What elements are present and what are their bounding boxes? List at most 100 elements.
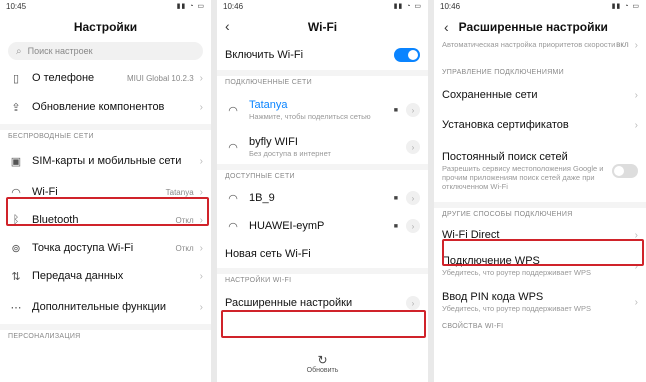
back-arrow-icon[interactable]: ‹ xyxy=(225,18,230,34)
chevron-right-icon: › xyxy=(199,214,203,226)
status-bar: 10:46 ▮▮ ◔ ▭ xyxy=(217,0,428,14)
sim-icon: ▣ xyxy=(10,155,22,168)
new-network-label: Новая сеть Wi-Fi xyxy=(225,247,311,260)
data-transfer-icon: ⇅ xyxy=(11,270,21,283)
network-item[interactable]: ◠ Tatanya Нажмите, чтобы поделиться сетью ■… xyxy=(217,90,428,130)
page-title: Настройки xyxy=(73,20,138,34)
status-time: 10:45 xyxy=(6,2,27,11)
chevron-right-icon: › xyxy=(199,242,203,254)
lock-icon: ■ xyxy=(393,106,398,114)
status-icons: ▮▮ ◔ ▭ xyxy=(393,3,422,10)
chevron-right-icon[interactable]: › xyxy=(406,219,420,233)
status-icons: ▮▮ ◔ ▭ xyxy=(176,3,205,10)
search-input[interactable]: ⌕ Поиск настроек xyxy=(8,42,203,60)
settings-panel: 10:45 ▮▮ ◔ ▭ Настройки ⌕ Поиск настроек ▯ О… xyxy=(0,0,211,382)
chevron-right-icon: › xyxy=(199,301,203,313)
wps-connect-desc: Убедитесь, что роутер поддерживает WPS xyxy=(442,268,591,277)
section-header-wireless: БЕСПРОВОДНЫЕ СЕТИ xyxy=(8,133,94,140)
wifi-signal-icon: ◠ xyxy=(228,104,238,117)
chevron-right-icon: › xyxy=(199,101,203,113)
section-header-available: ДОСТУПНЫЕ СЕТИ xyxy=(225,173,295,180)
update-components-item[interactable]: ⇪ Обновление компонентов › xyxy=(0,90,211,124)
status-bar: 10:45 ▮▮ ◔ ▭ xyxy=(0,0,211,14)
status-time: 10:46 xyxy=(440,2,461,11)
network-item[interactable]: ◠ 1B_9 ■ › xyxy=(217,184,428,212)
about-phone-value: MIUI Global 10.2.3 xyxy=(126,73,194,83)
install-certs-label: Установка сертификатов xyxy=(442,118,569,131)
wifi-direct-item[interactable]: Wi-Fi Direct › xyxy=(434,222,646,248)
speed-priority-item[interactable]: Автоматическая настройка приоритетов ско… xyxy=(434,40,646,66)
advanced-settings-label: Расширенные настройки xyxy=(225,296,353,309)
chevron-right-icon: › xyxy=(199,155,203,167)
section-header-connected: ПОДКЛЮЧЕННЫЕ СЕТИ xyxy=(225,79,312,86)
hotspot-value: Откл xyxy=(175,243,194,253)
enable-wifi-label: Включить Wi-Fi xyxy=(225,48,304,61)
hotspot-icon: ⊚ xyxy=(11,242,21,255)
bluetooth-label: Bluetooth xyxy=(32,213,79,226)
chevron-right-icon: › xyxy=(634,229,638,241)
bluetooth-item[interactable]: ᛒ Bluetooth Откл › xyxy=(0,206,211,234)
always-scan-item[interactable]: Постоянный поиск сетей Разрешить сервису … xyxy=(434,140,646,202)
advanced-settings-item[interactable]: Расширенные настройки › xyxy=(217,288,428,318)
wps-pin-item[interactable]: Ввод PIN кода WPS Убедитесь, что роутер п… xyxy=(434,284,646,320)
refresh-button[interactable]: ↻ Обновить xyxy=(217,353,428,374)
phone-icon: ▯ xyxy=(12,72,20,85)
network-item[interactable]: ◠ HUAWEI-eymP ■ › xyxy=(217,212,428,240)
chevron-right-icon: › xyxy=(634,40,638,51)
section-header-props: СВОЙСТВА WI-FI xyxy=(442,323,504,330)
network-name: HUAWEI-eymP xyxy=(249,219,325,232)
page-header: ‹ Wi-Fi xyxy=(217,14,428,40)
wifi-panel: 10:46 ▮▮ ◔ ▭ ‹ Wi-Fi Включить Wi-Fi ПОДКЛЮ… xyxy=(217,0,428,382)
lock-icon: ■ xyxy=(393,222,398,230)
wifi-direct-label: Wi-Fi Direct xyxy=(442,228,500,241)
network-name: byfly WIFI xyxy=(249,136,298,148)
chevron-right-icon[interactable]: › xyxy=(406,103,420,117)
wifi-no-internet-icon: ◠ xyxy=(228,141,238,154)
extra-functions-label: Дополнительные функции xyxy=(32,300,167,313)
chevron-right-icon: › xyxy=(634,89,638,101)
search-icon: ⌕ xyxy=(16,45,22,57)
page-header: Настройки xyxy=(0,14,211,40)
saved-networks-item[interactable]: Сохраненные сети › xyxy=(434,80,646,110)
hotspot-item[interactable]: ⊚ Точка доступа Wi-Fi Откл › xyxy=(0,234,211,262)
chevron-right-icon[interactable]: › xyxy=(406,140,420,154)
sim-cards-item[interactable]: ▣ SIM-карты и мобильные сети › xyxy=(0,144,211,178)
section-header-manage: УПРАВЛЕНИЕ ПОДКЛЮЧЕНИЯМИ xyxy=(442,69,565,76)
lock-icon: ■ xyxy=(393,194,398,202)
update-icon: ⇪ xyxy=(11,101,21,114)
wifi-toggle[interactable] xyxy=(394,48,420,62)
chevron-right-icon: › xyxy=(199,186,203,198)
always-scan-desc: Разрешить сервису местоположения Google … xyxy=(442,164,604,191)
extra-functions-item[interactable]: ⋯ Дополнительные функции › xyxy=(0,290,211,324)
network-item[interactable]: ◠ byfly WIFI Без доступа в интернет › xyxy=(217,130,428,164)
install-certs-item[interactable]: Установка сертификатов › xyxy=(434,110,646,140)
about-phone-label: О телефоне xyxy=(32,71,95,84)
bluetooth-icon: ᛒ xyxy=(12,214,20,226)
always-scan-toggle[interactable] xyxy=(612,164,638,178)
status-icons: ▮▮ ◔ ▭ xyxy=(611,3,640,10)
wifi-item[interactable]: ◠ Wi-Fi Tatanya › xyxy=(0,178,211,206)
about-phone-item[interactable]: ▯ О телефоне MIUI Global 10.2.3 › xyxy=(0,66,211,90)
refresh-label: Обновить xyxy=(306,367,339,374)
data-usage-item[interactable]: ⇅ Передача данных › xyxy=(0,262,211,290)
more-icon: ⋯ xyxy=(10,301,22,314)
chevron-right-icon: › xyxy=(634,260,638,272)
page-title: Расширенные настройки xyxy=(458,20,608,34)
refresh-icon: ↻ xyxy=(317,353,328,367)
page-title: Wi-Fi xyxy=(307,20,338,34)
wps-connect-item[interactable]: Подключение WPS Убедитесь, что роутер под… xyxy=(434,248,646,284)
wps-connect-label: Подключение WPS xyxy=(442,255,540,267)
wifi-signal-icon: ◠ xyxy=(228,220,238,233)
back-arrow-icon[interactable]: ‹ xyxy=(444,19,449,35)
wifi-icon: ◠ xyxy=(11,186,21,199)
new-network-item[interactable]: Новая сеть Wi-Fi xyxy=(217,240,428,268)
advanced-panel: 10:46 ▮▮ ◔ ▭ ‹ Расширенные настройки Автом… xyxy=(434,0,646,382)
search-placeholder: Поиск настроек xyxy=(27,46,93,56)
chevron-right-icon[interactable]: › xyxy=(406,191,420,205)
hotspot-label: Точка доступа Wi-Fi xyxy=(32,241,134,254)
bluetooth-value: Откл xyxy=(175,215,194,225)
speed-priority-desc: Автоматическая настройка приоритетов ско… xyxy=(442,40,616,49)
wifi-label: Wi-Fi xyxy=(32,185,58,198)
enable-wifi-item[interactable]: Включить Wi-Fi xyxy=(217,40,428,70)
saved-networks-label: Сохраненные сети xyxy=(442,88,538,101)
